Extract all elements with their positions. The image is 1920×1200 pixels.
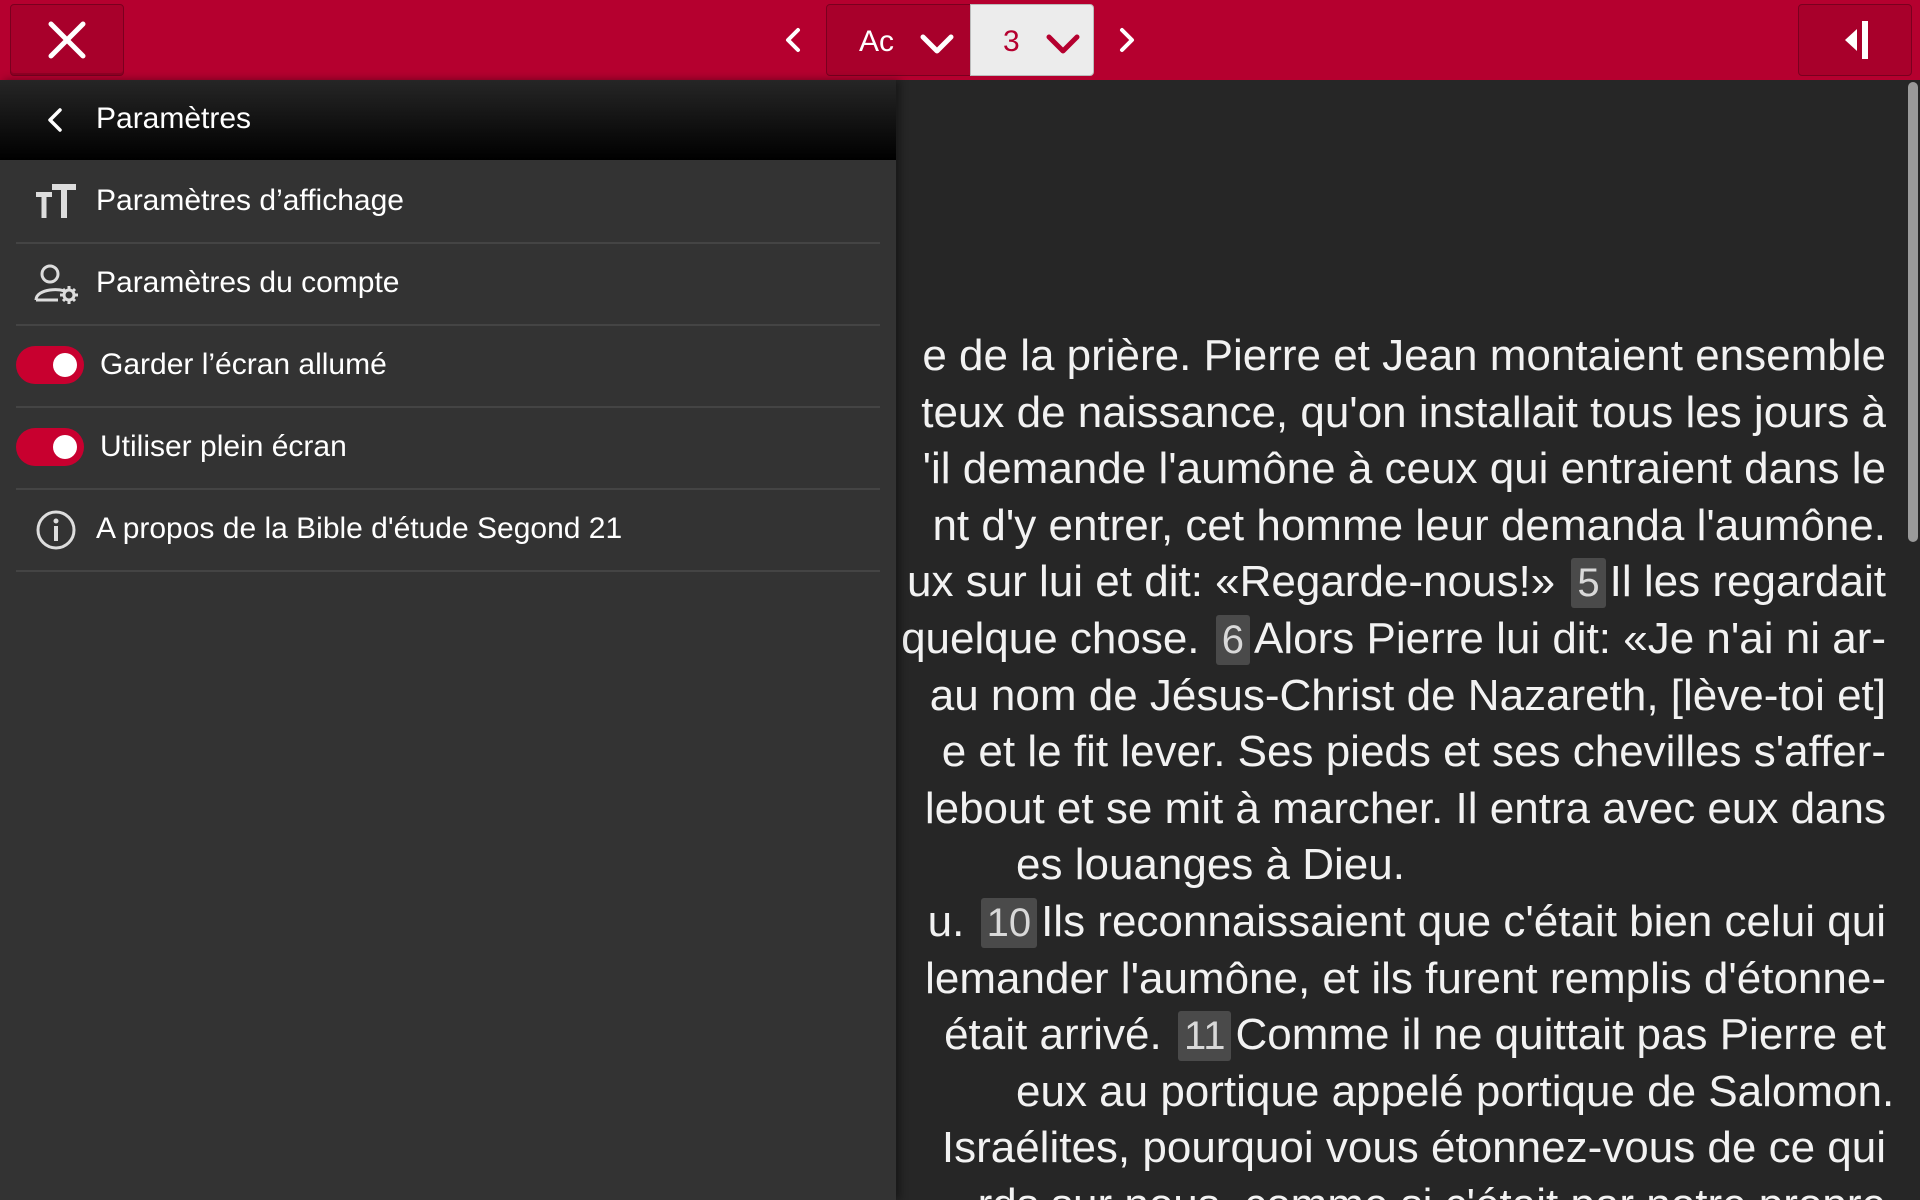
menu-item-fullscreen[interactable]: Utiliser plein écran xyxy=(16,408,880,490)
text-line: lemander l'aumône, et ils furent remplis… xyxy=(896,951,1886,1008)
verse-text: u. xyxy=(927,896,965,946)
chevron-down-icon xyxy=(920,34,954,54)
drawer-header[interactable]: Paramètres xyxy=(0,80,896,160)
collapse-panel-icon xyxy=(1845,21,1868,59)
chevron-left-icon xyxy=(786,28,800,52)
text-line: lebout et se mit à marcher. Il entra ave… xyxy=(896,781,1886,838)
text-line: était arrivé. 11 Comme il ne quittait pas… xyxy=(896,1007,1886,1064)
previous-chapter-button[interactable] xyxy=(776,22,812,58)
keep-screen-on-toggle[interactable] xyxy=(16,346,84,384)
book-selector[interactable]: Ac xyxy=(826,4,972,76)
menu-item-label: A propos de la Bible d'étude Segond 21 xyxy=(96,512,623,545)
verse-text: Il les regardait xyxy=(1609,557,1886,607)
text-line: au nom de Jésus-Christ de Nazareth, [lèv… xyxy=(896,668,1886,725)
info-icon xyxy=(36,510,76,550)
text-line: eux au portique appelé portique de Salom… xyxy=(1016,1064,1920,1121)
verse-number[interactable]: 10 xyxy=(980,897,1038,948)
verse-text: Ils reconnaissaient que c'était bien cel… xyxy=(1041,896,1886,946)
verse-text: lemander l'aumône, et ils furent remplis… xyxy=(925,953,1886,1003)
menu-item-label: Paramètres du compte xyxy=(96,266,400,299)
verse-text: Comme il ne quittait pas Pierre et xyxy=(1235,1010,1886,1060)
text-size-icon xyxy=(36,184,76,218)
text-line: e et le fit lever. Ses pieds et ses chev… xyxy=(896,724,1886,781)
verse-text: eux au portique appelé portique de Salom… xyxy=(1016,1066,1895,1116)
menu-item-keep-screen-on[interactable]: Garder l’écran allumé xyxy=(16,326,880,408)
verse-text: Alors Pierre lui dit: «Je n'ai ni ar- xyxy=(1254,613,1886,663)
verse-text: e et le fit lever. Ses pieds et ses chev… xyxy=(941,727,1886,777)
verse-number[interactable]: 5 xyxy=(1571,558,1606,609)
user-settings-icon xyxy=(34,264,78,304)
text-line: Israélites, pourquoi vous étonnez-vous d… xyxy=(896,1120,1886,1177)
verse-text: quelque chose. xyxy=(901,613,1200,663)
text-line: es louanges à Dieu. xyxy=(1016,837,1920,894)
top-toolbar: Ac 3 xyxy=(0,0,1920,80)
verse-text: au nom de Jésus-Christ de Nazareth, [lèv… xyxy=(929,670,1886,720)
verse-text: était arrivé. xyxy=(944,1010,1162,1060)
verse-text: rds sur nous, comme si c'était par notre… xyxy=(978,1180,1886,1200)
verse-text: 'il demande l'aumône à ceux qui entraien… xyxy=(922,444,1886,494)
close-icon xyxy=(48,21,86,59)
chevron-right-icon xyxy=(1120,28,1134,52)
verse-text: es louanges à Dieu. xyxy=(1016,840,1405,890)
verse-text: Israélites, pourquoi vous étonnez-vous d… xyxy=(941,1123,1886,1173)
menu-item-about[interactable]: A propos de la Bible d'étude Segond 21 xyxy=(16,490,880,572)
next-chapter-button[interactable] xyxy=(1108,22,1144,58)
menu-item-account-settings[interactable]: Paramètres du compte xyxy=(16,244,880,326)
verse-text: nt d'y entrer, cet homme leur demanda l'… xyxy=(932,500,1886,550)
text-line: nt d'y entrer, cet homme leur demanda l'… xyxy=(896,498,1886,555)
menu-item-display-settings[interactable]: Paramètres d’affichage xyxy=(16,162,880,244)
verse-text: teux de naissance, qu'on installait tous… xyxy=(921,387,1886,437)
verse-text: ux sur lui et dit: «Regarde-nous!» xyxy=(907,557,1556,607)
menu-item-label: Paramètres d’affichage xyxy=(96,184,404,217)
menu-item-label: Garder l’écran allumé xyxy=(100,348,387,381)
settings-drawer: Paramètres Paramètres d’affichage Paramè… xyxy=(0,80,896,1200)
text-line: teux de naissance, qu'on installait tous… xyxy=(896,385,1886,442)
verse-text: e de la prière. Pierre et Jean montaient… xyxy=(922,331,1886,380)
text-line: ux sur lui et dit: «Regarde-nous!» 5 Il l… xyxy=(896,554,1886,611)
chevron-down-icon xyxy=(1046,34,1080,54)
text-line: quelque chose. 6 Alors Pierre lui dit: «J… xyxy=(896,611,1886,668)
text-line: rds sur nous, comme si c'était par notre… xyxy=(896,1177,1886,1200)
text-line: u. 10 Ils reconnaissaient que c'était bie… xyxy=(896,894,1886,951)
book-label: Ac xyxy=(859,25,895,58)
close-button[interactable] xyxy=(10,4,124,76)
chevron-left-icon[interactable] xyxy=(42,104,70,136)
menu-item-label: Utiliser plein écran xyxy=(100,430,347,463)
text-line: e de la prière. Pierre et Jean montaient… xyxy=(896,328,1886,385)
verse-number[interactable]: 6 xyxy=(1215,614,1251,665)
verse-number[interactable]: 11 xyxy=(1177,1011,1232,1062)
panel-toggle-button[interactable] xyxy=(1798,4,1912,76)
fullscreen-toggle[interactable] xyxy=(16,428,84,466)
text-line: 'il demande l'aumône à ceux qui entraien… xyxy=(896,441,1886,498)
chapter-selector[interactable]: 3 xyxy=(970,4,1094,76)
chapter-label: 3 xyxy=(1003,25,1020,58)
reader-scrollbar[interactable] xyxy=(1908,82,1918,542)
bible-reader[interactable]: e de la prière. Pierre et Jean montaient… xyxy=(896,80,1920,1200)
chapter-text: e de la prière. Pierre et Jean montaient… xyxy=(896,328,1894,1200)
drawer-title: Paramètres xyxy=(96,102,252,135)
verse-text: lebout et se mit à marcher. Il entra ave… xyxy=(924,783,1886,833)
